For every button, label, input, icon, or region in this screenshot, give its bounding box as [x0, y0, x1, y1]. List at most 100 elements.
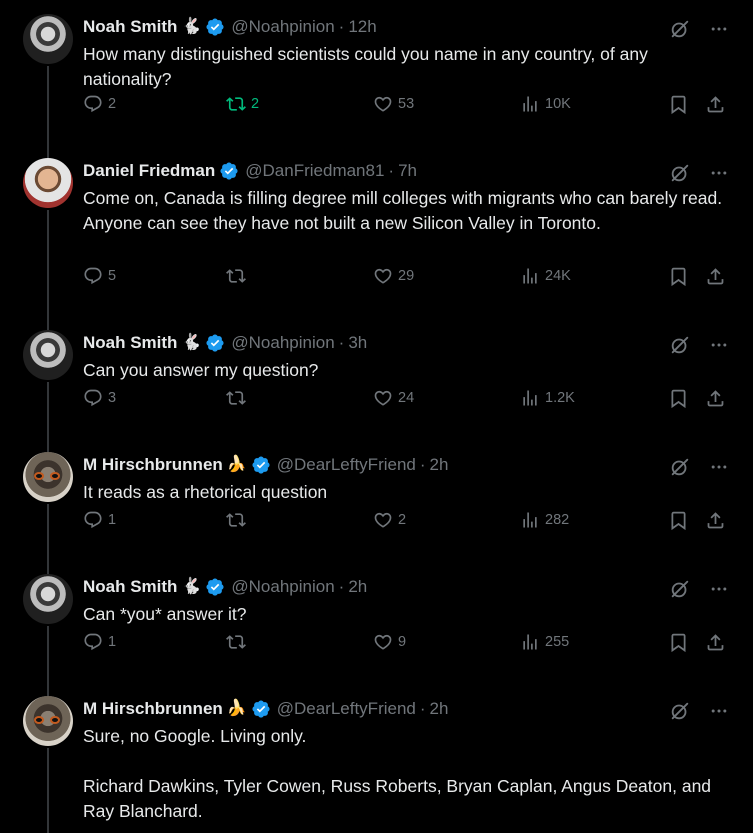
author-name[interactable]: Daniel Friedman: [83, 161, 215, 181]
heart-icon: [373, 266, 393, 286]
avatar[interactable]: [23, 158, 73, 208]
timestamp[interactable]: 2h: [430, 455, 449, 475]
grok-icon[interactable]: [669, 700, 691, 722]
like-button[interactable]: 24: [373, 388, 414, 408]
author-handle[interactable]: @DearLeftyFriend: [277, 699, 416, 719]
verified-badge-icon[interactable]: [215, 161, 239, 181]
author-name[interactable]: M Hirschbrunnen: [83, 455, 223, 475]
share-button[interactable]: [705, 94, 726, 115]
timestamp[interactable]: 12h: [348, 17, 376, 37]
grok-icon[interactable]: [669, 18, 691, 40]
verified-badge-icon[interactable]: [247, 699, 271, 719]
tweet-text: Come on, Canada is filling degree mill c…: [83, 188, 726, 233]
tweet-header: Noah Smith 🐇 @Noahpinion · 2h: [83, 576, 367, 598]
avatar[interactable]: [23, 574, 73, 624]
share-icon: [705, 388, 726, 409]
reply-button[interactable]: 3: [83, 388, 116, 408]
reply-button[interactable]: 5: [83, 266, 116, 286]
tweet-top-actions: [669, 456, 729, 478]
thread-connector-line: [47, 626, 49, 698]
retweet-icon: [226, 388, 246, 408]
share-button[interactable]: [705, 632, 726, 653]
author-handle[interactable]: @Noahpinion: [231, 17, 334, 37]
avatar[interactable]: [23, 696, 73, 746]
avatar[interactable]: [23, 452, 73, 502]
avatar[interactable]: [23, 330, 73, 380]
author-name[interactable]: Noah Smith: [83, 333, 177, 353]
more-icon[interactable]: [709, 335, 729, 355]
timestamp[interactable]: 3h: [348, 333, 367, 353]
author-handle[interactable]: @DanFriedman81: [245, 161, 384, 181]
views-icon: [520, 388, 540, 408]
retweet-button[interactable]: [226, 388, 251, 408]
heart-icon: [373, 94, 393, 114]
views-button[interactable]: 255: [520, 632, 569, 652]
more-icon[interactable]: [709, 19, 729, 39]
retweet-button[interactable]: [226, 266, 251, 286]
grok-icon[interactable]: [669, 456, 691, 478]
grok-icon[interactable]: [669, 578, 691, 600]
avatar[interactable]: [23, 14, 73, 64]
like-count: 29: [398, 268, 415, 284]
separator-dot: ·: [388, 161, 395, 180]
like-count: 2: [398, 512, 407, 528]
like-button[interactable]: 2: [373, 510, 406, 530]
share-button[interactable]: [705, 510, 726, 531]
share-button[interactable]: [705, 266, 726, 287]
views-button[interactable]: 24K: [520, 266, 571, 286]
author-handle[interactable]: @Noahpinion: [231, 333, 334, 353]
verified-badge-icon[interactable]: [247, 455, 271, 475]
more-icon[interactable]: [709, 701, 729, 721]
views-button[interactable]: 10K: [520, 94, 571, 114]
bookmark-icon: [668, 94, 689, 115]
more-icon[interactable]: [709, 457, 729, 477]
heart-icon: [373, 388, 393, 408]
author-handle[interactable]: @Noahpinion: [231, 577, 334, 597]
like-button[interactable]: 53: [373, 94, 414, 114]
views-button[interactable]: 1.2K: [520, 388, 575, 408]
more-icon[interactable]: [709, 579, 729, 599]
grok-icon[interactable]: [669, 162, 691, 184]
bookmark-icon: [668, 266, 689, 287]
views-button[interactable]: 282: [520, 510, 569, 530]
timestamp[interactable]: 7h: [398, 161, 417, 181]
bookmark-button[interactable]: [668, 632, 689, 653]
reply-button[interactable]: 1: [83, 510, 116, 530]
retweet-button[interactable]: [226, 510, 251, 530]
more-icon[interactable]: [709, 163, 729, 183]
tweet-actions: 5 29 24K: [83, 266, 733, 290]
like-button[interactable]: 9: [373, 632, 406, 652]
view-count: 255: [545, 634, 570, 650]
bookmark-button[interactable]: [668, 388, 689, 409]
separator-dot: ·: [419, 699, 426, 718]
bookmark-button[interactable]: [668, 94, 689, 115]
tweet-text: Can *you* answer it?: [83, 604, 247, 624]
reply-icon: [83, 94, 103, 114]
reply-button[interactable]: 1: [83, 632, 116, 652]
retweet-button[interactable]: 2: [226, 94, 259, 114]
verified-badge-icon[interactable]: [201, 333, 225, 353]
timestamp[interactable]: 2h: [430, 699, 449, 719]
verified-badge-icon[interactable]: [201, 17, 225, 37]
verified-badge-icon[interactable]: [201, 577, 225, 597]
author-name[interactable]: Noah Smith: [83, 17, 177, 37]
bookmark-button[interactable]: [668, 266, 689, 287]
like-button[interactable]: 29: [373, 266, 414, 286]
share-icon: [705, 632, 726, 653]
heart-icon: [373, 632, 393, 652]
tweet-actions: 1 2 282: [83, 510, 733, 534]
timestamp[interactable]: 2h: [348, 577, 367, 597]
tweet-top-actions: [669, 18, 729, 40]
grok-icon[interactable]: [669, 334, 691, 356]
reply-count: 5: [108, 268, 117, 284]
bookmark-button[interactable]: [668, 510, 689, 531]
author-handle[interactable]: @DearLeftyFriend: [277, 455, 416, 475]
author-name[interactable]: Noah Smith: [83, 577, 177, 597]
retweet-button[interactable]: [226, 632, 251, 652]
author-name[interactable]: M Hirschbrunnen: [83, 699, 223, 719]
reply-icon: [83, 266, 103, 286]
reply-button[interactable]: 2: [83, 94, 116, 114]
views-icon: [520, 94, 540, 114]
share-button[interactable]: [705, 388, 726, 409]
separator-dot: ·: [338, 17, 345, 36]
